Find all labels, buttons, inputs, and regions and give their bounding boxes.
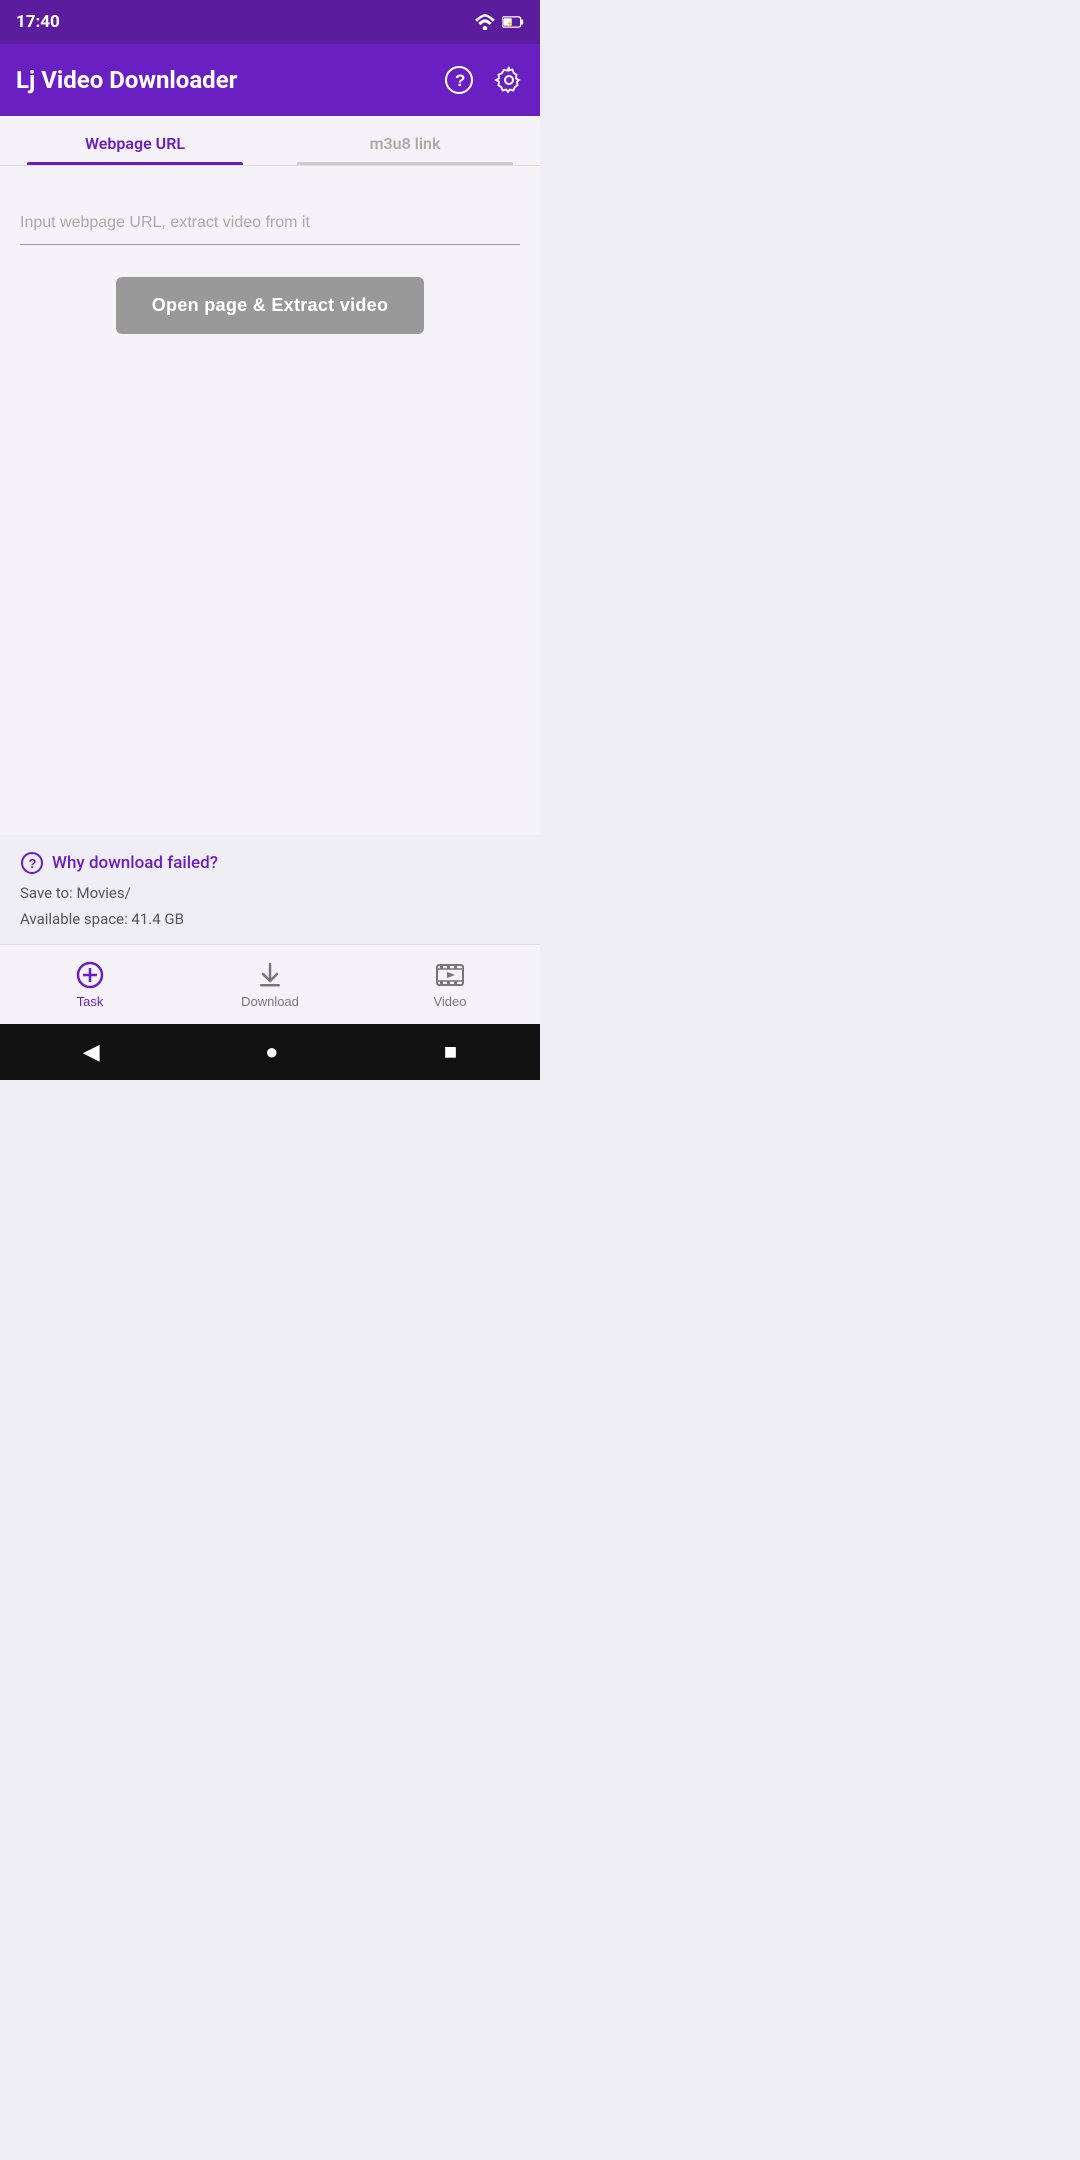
tabs: Webpage URL m3u8 link	[0, 116, 540, 166]
nav-task[interactable]: Task	[0, 945, 180, 1024]
extract-button[interactable]: Open page & Extract video	[116, 277, 425, 334]
back-button[interactable]: ◀	[83, 1039, 100, 1065]
help-circle-icon: ?	[444, 65, 474, 95]
save-to-text: Save to: Movies/	[20, 881, 520, 907]
nav-download-label: Download	[241, 994, 299, 1009]
help-button[interactable]: ?	[444, 65, 474, 95]
available-space-text: Available space: 41.4 GB	[20, 907, 520, 933]
nav-video[interactable]: Video	[360, 945, 540, 1024]
recent-button[interactable]: ■	[444, 1039, 457, 1065]
nav-video-label: Video	[433, 994, 466, 1009]
status-time: 17:40	[16, 12, 60, 32]
app-bar-actions: ?	[444, 65, 524, 95]
settings-gear-icon	[494, 65, 524, 95]
download-arrow-icon	[255, 960, 285, 990]
home-button[interactable]: ●	[265, 1039, 278, 1065]
nav-download[interactable]: Download	[180, 945, 360, 1024]
bottom-nav: Task Download Video	[0, 944, 540, 1024]
url-input-container	[20, 206, 520, 245]
tab-webpage-url[interactable]: Webpage URL	[0, 116, 270, 165]
why-failed-icon: ?	[20, 851, 44, 875]
url-input[interactable]	[20, 206, 520, 240]
system-nav: ◀ ● ■	[0, 1024, 540, 1080]
battery-icon: ⚡	[502, 15, 524, 29]
why-failed-text: Why download failed?	[52, 853, 218, 873]
wifi-icon	[474, 14, 496, 30]
bottom-info: ? Why download failed? Save to: Movies/ …	[0, 835, 540, 944]
status-icons: ⚡	[474, 14, 524, 30]
main-content: Open page & Extract video	[0, 166, 540, 835]
svg-text:⚡: ⚡	[506, 19, 513, 27]
tab-m3u8-link[interactable]: m3u8 link	[270, 116, 540, 165]
app-title: Lj Video Downloader	[16, 66, 237, 94]
settings-button[interactable]	[494, 65, 524, 95]
svg-text:?: ?	[29, 856, 37, 871]
nav-task-label: Task	[77, 994, 104, 1009]
app-bar: Lj Video Downloader ?	[0, 44, 540, 116]
plus-circle-icon	[75, 960, 105, 990]
film-strip-icon	[435, 960, 465, 990]
why-failed-row[interactable]: ? Why download failed?	[20, 851, 520, 875]
status-bar: 17:40 ⚡	[0, 0, 540, 44]
svg-text:?: ?	[455, 71, 465, 90]
